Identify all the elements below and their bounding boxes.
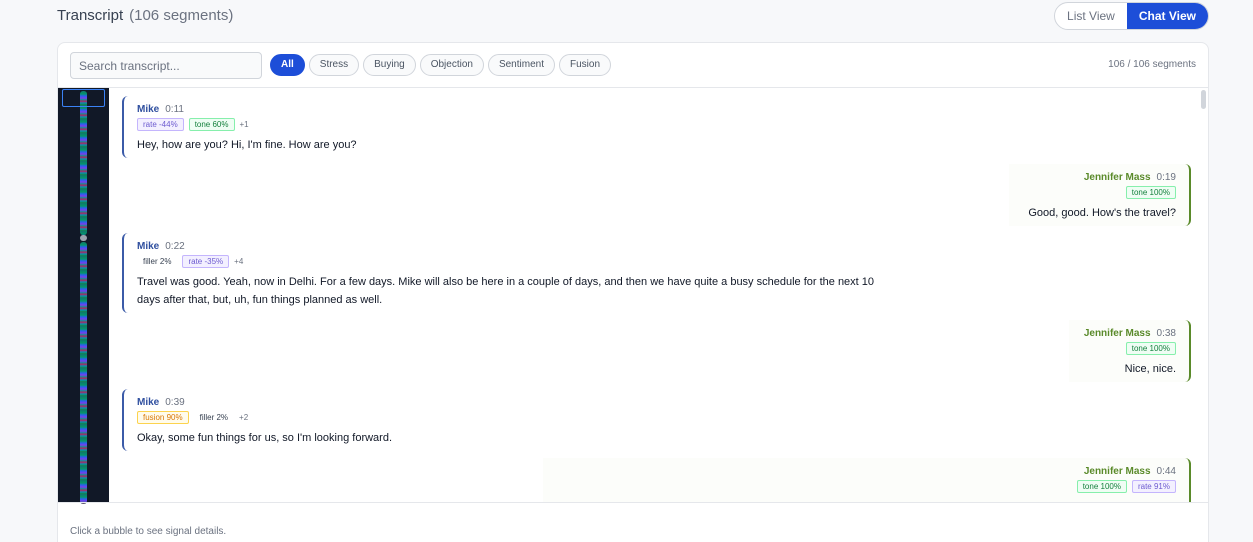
timestamp: 0:22 bbox=[165, 241, 185, 252]
timestamp: 0:38 bbox=[1156, 328, 1176, 339]
signal-tag[interactable]: rate -44% bbox=[137, 118, 184, 131]
chat-view-button[interactable]: Chat View bbox=[1126, 3, 1208, 29]
message-bubble[interactable]: Mike 0:22 filler 2% rate -35% +4 Travel w… bbox=[122, 233, 912, 313]
transcript-panel: All Stress Buying Objection Sentiment Fu… bbox=[57, 42, 1209, 542]
signal-tag[interactable]: filler 2% bbox=[137, 255, 177, 268]
view-toggle: List View Chat View bbox=[1054, 2, 1209, 30]
chat-scrollbar[interactable] bbox=[1201, 90, 1206, 109]
segment-counter: 106 / 106 segments bbox=[1108, 59, 1196, 70]
timestamp: 0:39 bbox=[165, 397, 185, 408]
message-text: Travel was good. Yeah, now in Delhi. For… bbox=[137, 276, 875, 306]
speaker-name: Jennifer Mass bbox=[1083, 328, 1151, 339]
signal-tag[interactable]: tone 100% bbox=[1125, 342, 1176, 355]
timestamp: 0:19 bbox=[1156, 172, 1176, 183]
speaker-name: Jennifer Mass bbox=[1083, 172, 1151, 183]
timeline-minimap[interactable] bbox=[58, 88, 109, 504]
filter-chips: All Stress Buying Objection Sentiment Fu… bbox=[270, 54, 611, 76]
timeline-gap bbox=[80, 235, 87, 241]
message-bubble[interactable]: Jennifer Mass 0:44 tone 100% rate 91% bbox=[543, 458, 1191, 502]
speaker-name: Jennifer Mass bbox=[1083, 466, 1151, 477]
chat-area[interactable]: Mike 0:11 rate -44% tone 60% +1 Hey, how … bbox=[109, 88, 1208, 502]
message-bubble[interactable]: Jennifer Mass 0:19 tone 100% Good, good. … bbox=[1009, 164, 1191, 226]
signal-tag[interactable]: tone 60% bbox=[188, 118, 235, 131]
message-bubble[interactable]: Mike 0:11 rate -44% tone 60% +1 Hey, how … bbox=[122, 96, 422, 158]
signal-details-footer: Click a bubble to see signal details. bbox=[58, 502, 1208, 542]
signal-tag[interactable]: rate 91% bbox=[1131, 480, 1176, 493]
timeline-strip-bottom bbox=[80, 242, 87, 504]
list-view-button[interactable]: List View bbox=[1055, 3, 1127, 29]
filter-stress[interactable]: Stress bbox=[308, 54, 360, 76]
message-text: Okay, some fun things for us, so I'm loo… bbox=[137, 432, 393, 444]
filter-all[interactable]: All bbox=[270, 54, 305, 76]
message-text: Nice, nice. bbox=[1124, 363, 1176, 375]
footer-hint: Click a bubble to see signal details. bbox=[70, 526, 227, 537]
signal-tag[interactable]: filler 2% bbox=[194, 411, 234, 424]
signal-tag[interactable]: rate -35% bbox=[182, 255, 230, 268]
more-tags[interactable]: +4 bbox=[234, 257, 243, 266]
signal-tag[interactable]: tone 100% bbox=[1125, 186, 1176, 199]
message-bubble[interactable]: Jennifer Mass 0:38 tone 100% Nice, nice. bbox=[1069, 320, 1191, 382]
segment-count-label: (106 segments) bbox=[129, 7, 234, 24]
toolbar: All Stress Buying Objection Sentiment Fu… bbox=[58, 43, 1208, 88]
timestamp: 0:11 bbox=[165, 104, 184, 115]
timeline-strip-top bbox=[80, 91, 87, 235]
speaker-name: Mike bbox=[137, 241, 160, 252]
speaker-name: Mike bbox=[137, 104, 160, 115]
filter-objection[interactable]: Objection bbox=[419, 54, 484, 76]
message-text: Good, good. How's the travel? bbox=[1028, 207, 1176, 219]
transcript-page: Transcript (106 segments) List View Chat … bbox=[0, 0, 1253, 542]
message-text: Hey, how are you? Hi, I'm fine. How are … bbox=[137, 139, 357, 151]
signal-tag[interactable]: tone 100% bbox=[1076, 480, 1127, 493]
timeline-viewport-handle[interactable] bbox=[62, 89, 105, 107]
filter-sentiment[interactable]: Sentiment bbox=[487, 54, 555, 76]
search-input[interactable] bbox=[70, 52, 262, 79]
filter-fusion[interactable]: Fusion bbox=[558, 54, 611, 76]
message-bubble[interactable]: Mike 0:39 fusion 90% filler 2% +2 Okay, s… bbox=[122, 389, 422, 451]
filter-buying[interactable]: Buying bbox=[363, 54, 416, 76]
timestamp: 0:44 bbox=[1156, 466, 1176, 477]
transcript-header: Transcript (106 segments) List View Chat … bbox=[57, 0, 1209, 32]
speaker-name: Mike bbox=[137, 397, 160, 408]
more-tags[interactable]: +1 bbox=[240, 120, 249, 129]
title-text: Transcript bbox=[57, 7, 124, 24]
more-tags[interactable]: +2 bbox=[239, 413, 248, 422]
page-title: Transcript (106 segments) bbox=[57, 7, 233, 24]
signal-tag[interactable]: fusion 90% bbox=[137, 411, 189, 424]
